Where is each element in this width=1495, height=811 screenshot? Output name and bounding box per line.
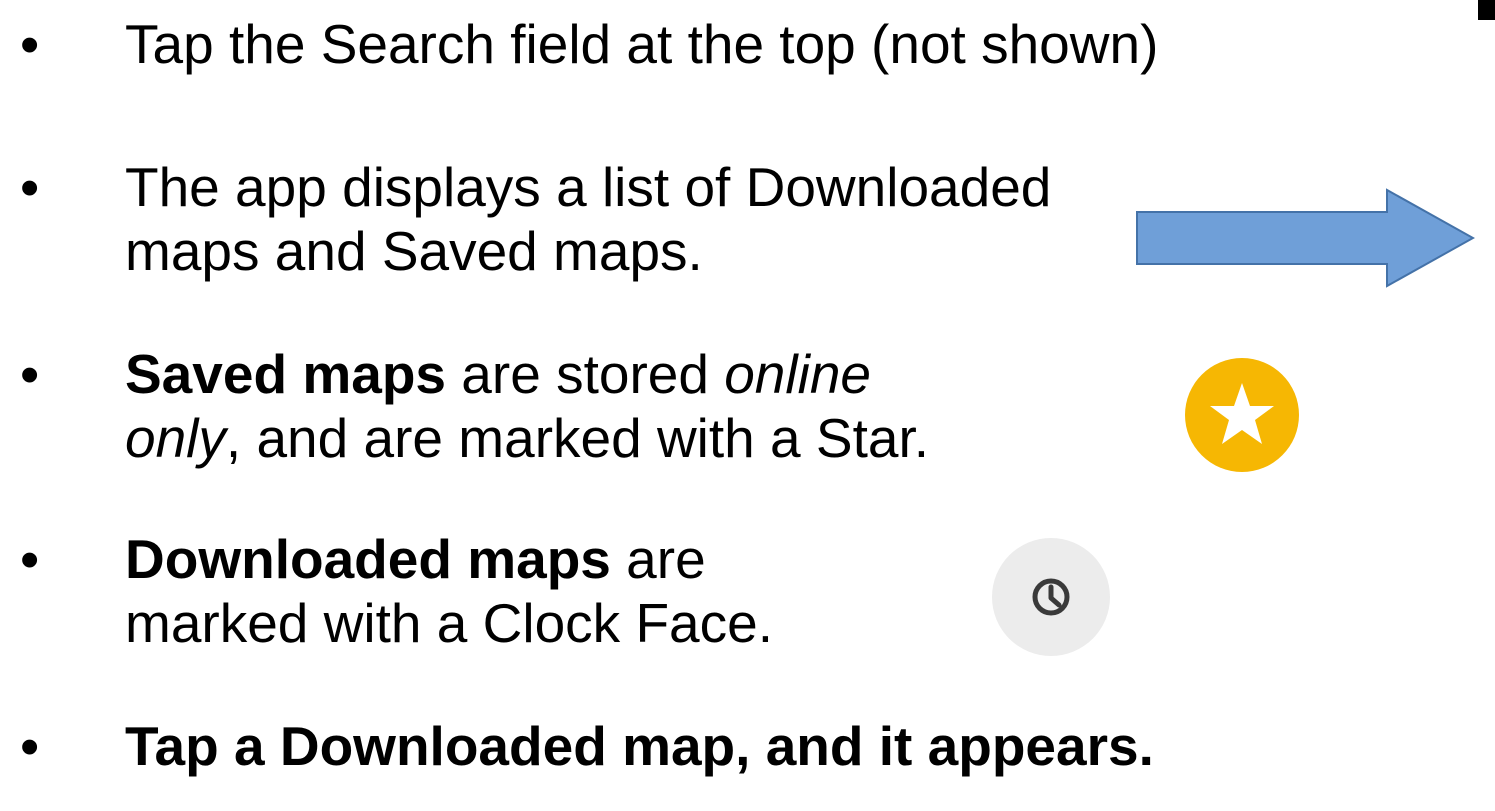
downloaded-maps-term: Downloaded maps — [125, 528, 611, 590]
bullet-text-bold: Tap a Downloaded map, and it appears. — [125, 715, 1154, 777]
bullet-dot: • — [20, 13, 40, 75]
bullet-text: are stored — [446, 343, 725, 405]
bullet-text-line1: The app displays a list of Downloaded — [125, 156, 1052, 218]
bullet-text: are — [610, 528, 706, 590]
right-arrow-icon — [1136, 188, 1475, 288]
edge-mark — [1478, 0, 1495, 20]
online-emphasis: online — [724, 343, 872, 405]
bullet-saved-maps: Saved maps are stored online only, and a… — [125, 342, 929, 470]
bullet-dot: • — [20, 156, 40, 218]
bullet-text: Tap the Search field at the top (not sho… — [125, 13, 1159, 75]
bullet-dot: • — [20, 528, 40, 590]
bullet-tap-downloaded-map: Tap a Downloaded map, and it appears. — [125, 714, 1154, 778]
only-emphasis: only — [125, 407, 226, 469]
bullet-text-line2: maps and Saved maps. — [125, 220, 703, 282]
bullet-dot: • — [20, 715, 40, 777]
bullet-text: , and are marked with a Star. — [225, 407, 930, 469]
clock-icon — [992, 538, 1110, 656]
bullet-search-field: Tap the Search field at the top (not sho… — [125, 12, 1158, 76]
star-icon — [1185, 358, 1299, 472]
bullet-text-line2: marked with a Clock Face. — [125, 592, 773, 654]
right-arrow-shape — [1136, 188, 1475, 288]
saved-maps-term: Saved maps — [125, 343, 447, 405]
bullet-app-displays-list: The app displays a list of Downloaded ma… — [125, 155, 1051, 283]
bullet-downloaded-maps: Downloaded maps are marked with a Clock … — [125, 527, 773, 655]
bullet-dot: • — [20, 343, 40, 405]
